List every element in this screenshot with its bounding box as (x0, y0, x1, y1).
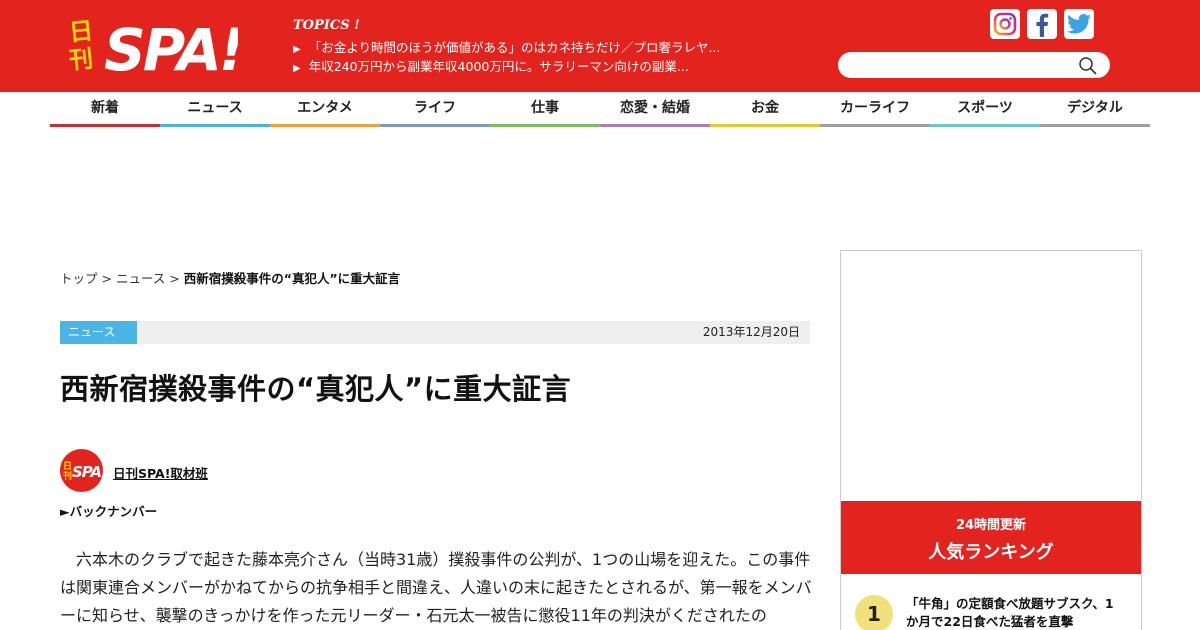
nav-item-new[interactable]: 新着 (50, 92, 160, 127)
topics-panel: TOPICS ! ▶ 「お金より時間のほうが価値がある」のはカネ持ちだけ／プロ奢ラ… (293, 18, 793, 77)
avatar-logo-text: SPA! (72, 463, 103, 481)
ranking-subtitle: 24時間更新 (955, 518, 1027, 533)
nav-item-entertainment[interactable]: エンタメ (270, 92, 380, 127)
ranking-header: 24時間更新 人気ランキング (841, 501, 1141, 574)
sidebar: 24時間更新 人気ランキング 1 「牛角」の定額食べ放題サブスク、1か月で22日… (840, 250, 1142, 630)
author-name[interactable]: 日刊SPA!取材班 (113, 463, 208, 482)
ranking-title: 人気ランキング (928, 542, 1054, 563)
site-logo[interactable]: 日 刊 SPA! (68, 10, 246, 84)
nav-item-car[interactable]: カーライフ (820, 92, 930, 127)
breadcrumb-current: 西新宿撲殺事件の“真犯人”に重大証言 (183, 271, 401, 286)
twitter-icon[interactable] (1064, 9, 1094, 39)
backnumber-link[interactable]: ►バックナンバー (60, 501, 157, 520)
article-date: 2013年12月20日 (702, 325, 800, 339)
article-title: 西新宿撲殺事件の“真犯人”に重大証言 (60, 372, 572, 406)
facebook-icon[interactable] (1027, 9, 1057, 39)
nav-item-life[interactable]: ライフ (380, 92, 490, 127)
logo-text: SPA! (104, 16, 238, 76)
avatar-kanji-top: 日 (63, 461, 72, 472)
main-nav: 新着 ニュース エンタメ ライフ 仕事 恋愛・結婚 お金 カーライフ スポーツ … (50, 92, 1150, 127)
nav-item-sports[interactable]: スポーツ (930, 92, 1040, 127)
logo-kanji-bottom: 刊 (68, 44, 95, 74)
article-meta-bar: ニュース 2013年12月20日 (60, 321, 810, 344)
avatar-kanji-bottom: 刊 (63, 470, 72, 482)
breadcrumb: トップ > ニュース > 西新宿撲殺事件の“真犯人”に重大証言 (60, 268, 400, 287)
breadcrumb-category[interactable]: ニュース (116, 271, 165, 286)
rank-number-badge: 1 (855, 595, 893, 630)
instagram-icon[interactable] (990, 9, 1020, 39)
topics-label: TOPICS ! (293, 18, 360, 33)
logo-kanji-top: 日 (68, 16, 95, 46)
site-header: 日 刊 SPA! TOPICS ! ▶ 「お金より時間のほうが価値がある」のはカネ… (0, 0, 1200, 92)
category-badge[interactable]: ニュース (60, 321, 137, 344)
nav-item-love[interactable]: 恋愛・結婚 (600, 92, 710, 127)
search-icon[interactable] (1078, 56, 1098, 76)
nav-item-work[interactable]: 仕事 (490, 92, 600, 127)
author-avatar[interactable]: 日 刊 SPA! (60, 449, 103, 492)
breadcrumb-sep: > (165, 271, 184, 286)
breadcrumb-home[interactable]: トップ (60, 271, 98, 286)
article-body: 六本木のクラブで起きた藤本亮介さん（当時31歳）撲殺事件の公判が、1つの山場を迎… (60, 550, 812, 625)
nav-item-news[interactable]: ニュース (160, 92, 270, 127)
nav-item-money[interactable]: お金 (710, 92, 820, 127)
social-links (990, 9, 1094, 39)
nav-item-digital[interactable]: デジタル (1040, 92, 1150, 127)
breadcrumb-sep: > (97, 271, 116, 286)
topic-link[interactable]: ▶ 年収240万円から副業年収4000万円に。サラリーマン向けの副業... (293, 58, 793, 77)
search-box (838, 52, 1110, 78)
topic-link[interactable]: ▶ 「お金より時間のほうが価値がある」のはカネ持ちだけ／プロ奢ラレヤ... (293, 39, 793, 58)
triangle-right-icon: ▶ (293, 44, 301, 55)
search-input[interactable] (852, 55, 1072, 75)
ranking-item-title: 「牛角」の定額食べ放題サブスク、1か月で22日食べた猛者を直撃 (906, 596, 1114, 629)
triangle-right-icon: ▶ (293, 63, 301, 74)
